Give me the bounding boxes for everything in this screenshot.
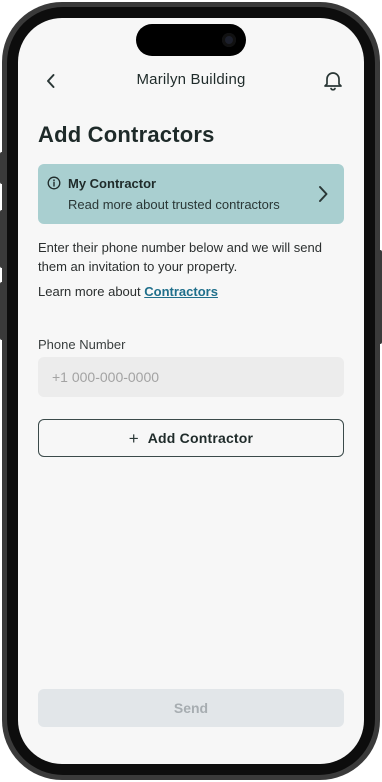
page-title: Marilyn Building — [136, 71, 246, 88]
notifications-button[interactable] — [320, 67, 346, 93]
side-button-volume-up — [0, 210, 4, 268]
learn-more-prefix: Learn more about — [38, 284, 141, 299]
contractors-link[interactable]: Contractors — [144, 284, 218, 299]
add-contractor-button[interactable]: + Add Contractor — [38, 419, 344, 457]
side-button-volume-down — [0, 282, 4, 340]
page-heading: Add Contractors — [38, 122, 215, 147]
learn-more-row: Learn more about Contractors — [38, 284, 218, 299]
info-circle-icon — [47, 176, 61, 190]
side-button-action — [0, 152, 4, 184]
dynamic-island — [136, 24, 246, 56]
chevron-right-icon — [319, 186, 328, 202]
my-contractor-card[interactable]: My Contractor Read more about trusted co… — [38, 164, 344, 224]
camera-icon — [222, 33, 236, 47]
bell-icon — [324, 72, 342, 91]
top-navigation-bar: Marilyn Building — [18, 66, 364, 96]
phone-number-label: Phone Number — [38, 337, 126, 352]
card-subtitle: Read more about trusted contractors — [68, 197, 280, 212]
instructions-text: Enter their phone number below and we wi… — [38, 240, 323, 274]
side-button-power — [378, 250, 382, 344]
app-screen: Marilyn Building Add Contractors My Cont… — [18, 18, 364, 764]
phone-number-input[interactable] — [38, 357, 344, 397]
add-contractor-label: Add Contractor — [147, 430, 254, 446]
send-label: Send — [173, 700, 209, 716]
card-title: My Contractor — [68, 176, 157, 191]
plus-icon: + — [128, 428, 139, 448]
send-button[interactable]: Send — [38, 689, 344, 727]
